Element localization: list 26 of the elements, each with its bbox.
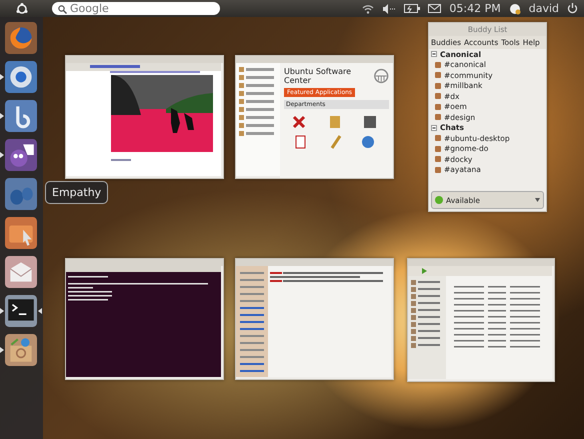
shopping-bag-icon[interactable] [5,334,37,366]
clock[interactable]: 05:42 PM [449,2,501,15]
basket-icon [372,68,389,84]
bird-speech-icon[interactable] [5,138,37,170]
collapse-icon[interactable] [431,124,437,131]
ubuntu-logo-icon[interactable] [16,2,28,14]
speaker-icon[interactable] [382,4,396,14]
terminal-icon[interactable] [5,294,37,326]
battery-icon[interactable] [404,4,420,13]
envelope-icon[interactable] [428,4,442,13]
fox-globe-icon[interactable] [5,22,37,54]
search-field[interactable]: Google [52,2,220,15]
app-title: Ubuntu Software Center [284,67,352,85]
ring-icon[interactable] [5,60,37,92]
envelope-icon[interactable] [5,256,37,288]
power-icon[interactable] [567,3,578,14]
letter-b-icon[interactable] [5,100,37,132]
available-dot-icon [435,196,443,204]
round-shapes-icon[interactable] [5,178,37,210]
collapse-icon[interactable] [431,51,437,58]
user-status-icon[interactable] [508,2,521,14]
tooltip: Empathy [45,181,108,204]
folder-icon[interactable] [5,216,37,248]
caret-icon [535,198,540,202]
user-name[interactable]: david [528,2,559,15]
wifi-icon[interactable] [362,4,374,14]
